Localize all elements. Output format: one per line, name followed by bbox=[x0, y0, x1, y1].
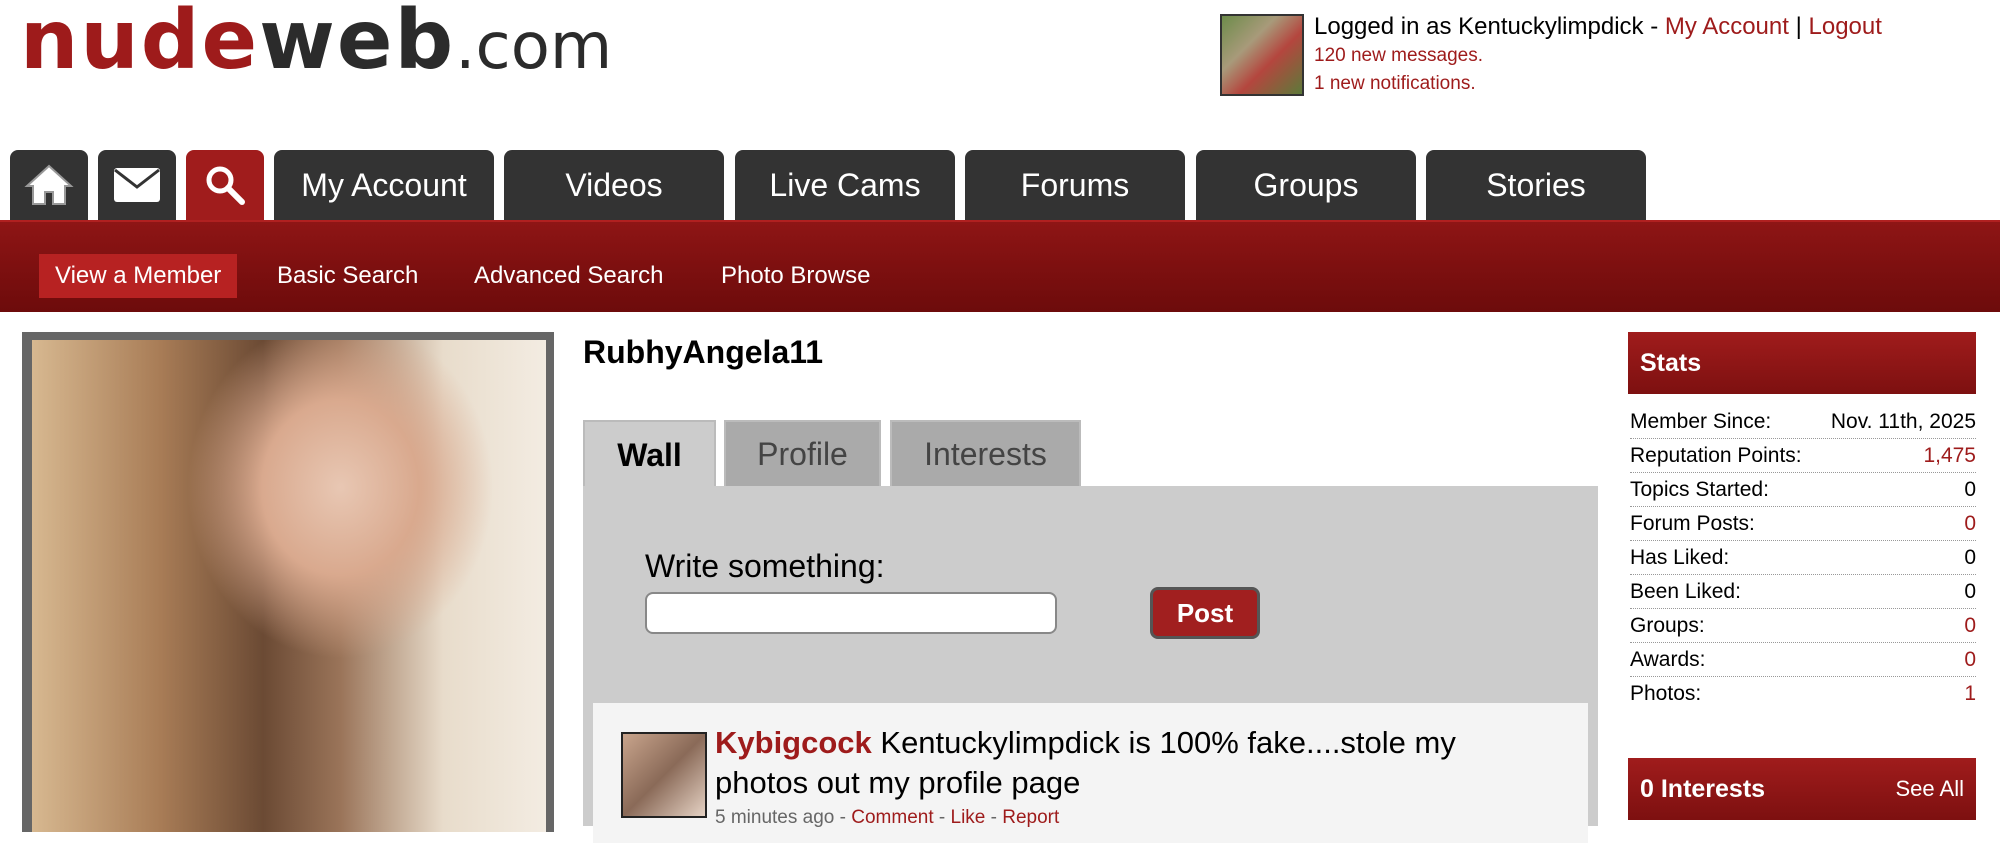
report-link[interactable]: Report bbox=[1002, 807, 1059, 828]
search-subnav: View a Member Basic Search Advanced Sear… bbox=[0, 220, 2000, 312]
stat-label: Member Since: bbox=[1630, 409, 1772, 433]
nav-tab-forums[interactable]: Forums bbox=[965, 150, 1185, 220]
search-icon bbox=[206, 166, 245, 205]
stat-value: 0 bbox=[1964, 579, 1976, 603]
profile-photo[interactable] bbox=[32, 340, 546, 832]
like-link[interactable]: Like bbox=[951, 807, 986, 828]
nav-messages[interactable] bbox=[98, 150, 176, 220]
stat-groups: Groups: 0 bbox=[1630, 609, 1976, 643]
stat-label: Reputation Points: bbox=[1630, 443, 1802, 467]
stat-label: Groups: bbox=[1630, 613, 1705, 637]
post-author-link[interactable]: Kybigcock bbox=[715, 725, 872, 760]
nav-tab-live-cams[interactable]: Live Cams bbox=[735, 150, 955, 220]
stats-header: Stats bbox=[1628, 332, 1976, 394]
logged-in-text: Logged in as Kentuckylimpdick - bbox=[1314, 13, 1665, 40]
stat-topics-started: Topics Started: 0 bbox=[1630, 473, 1976, 507]
comment-link[interactable]: Comment bbox=[851, 807, 933, 828]
nav-home[interactable] bbox=[10, 150, 88, 220]
nav-tab-my-account[interactable]: My Account bbox=[274, 150, 494, 220]
nav-tab-stories[interactable]: Stories bbox=[1426, 150, 1646, 220]
stat-value-link[interactable]: 0 bbox=[1964, 512, 1976, 536]
subnav-advanced-search[interactable]: Advanced Search bbox=[458, 254, 679, 298]
logo-part-web: web bbox=[259, 0, 456, 88]
tab-wall[interactable]: Wall bbox=[583, 420, 716, 488]
subnav-photo-browse[interactable]: Photo Browse bbox=[705, 254, 886, 298]
logout-link[interactable]: Logout bbox=[1809, 13, 1882, 40]
stat-has-liked: Has Liked: 0 bbox=[1630, 541, 1976, 575]
mail-icon bbox=[114, 168, 160, 202]
logo-part-nude: nude bbox=[20, 0, 260, 88]
stat-photos: Photos: 1 bbox=[1630, 677, 1976, 711]
stats-list: Member Since: Nov. 11th, 2025 Reputation … bbox=[1630, 405, 1976, 711]
meta-separator: - bbox=[933, 807, 951, 828]
write-something-label: Write something: bbox=[645, 548, 885, 584]
stat-label: Topics Started: bbox=[1630, 477, 1769, 501]
stat-reputation-points: Reputation Points: 1,475 bbox=[1630, 439, 1976, 473]
stat-value: 0 bbox=[1964, 545, 1976, 569]
my-account-link[interactable]: My Account bbox=[1665, 13, 1789, 40]
nav-tab-groups[interactable]: Groups bbox=[1196, 150, 1416, 220]
new-messages-link[interactable]: 120 new messages. bbox=[1314, 42, 1882, 70]
meta-separator: - bbox=[985, 807, 1003, 828]
stat-value-link[interactable]: 0 bbox=[1964, 614, 1976, 638]
subnav-basic-search[interactable]: Basic Search bbox=[261, 254, 434, 298]
tab-interests[interactable]: Interests bbox=[890, 420, 1081, 486]
interests-header: 0 Interests See All bbox=[1628, 758, 1976, 820]
subnav-view-member[interactable]: View a Member bbox=[39, 254, 238, 298]
profile-photo-frame bbox=[22, 332, 554, 832]
stat-member-since: Member Since: Nov. 11th, 2025 bbox=[1630, 405, 1976, 439]
stat-label: Been Liked: bbox=[1630, 579, 1741, 603]
new-notifications-link[interactable]: 1 new notifications. bbox=[1314, 70, 1882, 98]
stat-label: Photos: bbox=[1630, 682, 1702, 705]
stat-value-link[interactable]: 0 bbox=[1964, 648, 1976, 672]
stat-value-link[interactable]: 1 bbox=[1964, 682, 1976, 706]
post-body: Kybigcock Kentuckylimpdick is 100% fake.… bbox=[715, 723, 1535, 803]
post-time: 5 minutes ago - bbox=[715, 807, 852, 828]
logo-part-com: .com bbox=[455, 10, 613, 84]
wall-post: Kybigcock Kentuckylimpdick is 100% fake.… bbox=[593, 703, 1588, 843]
user-avatar[interactable] bbox=[1220, 14, 1304, 96]
nav-tab-videos[interactable]: Videos bbox=[504, 150, 724, 220]
stat-been-liked: Been Liked: 0 bbox=[1630, 575, 1976, 609]
stat-value: Nov. 11th, 2025 bbox=[1830, 409, 1976, 433]
nav-search[interactable] bbox=[186, 150, 264, 220]
wall-post-input[interactable] bbox=[645, 592, 1057, 634]
post-button[interactable]: Post bbox=[1150, 587, 1260, 639]
stat-value-link[interactable]: 1,475 bbox=[1923, 444, 1976, 468]
wall-panel: Write something: Post Kybigcock Kentucky… bbox=[583, 486, 1598, 843]
stat-awards: Awards: 0 bbox=[1630, 643, 1976, 677]
separator: | bbox=[1788, 13, 1809, 40]
stat-label: Awards: bbox=[1630, 647, 1706, 671]
post-meta: 5 minutes ago - Comment - Like - Report bbox=[715, 807, 1059, 829]
stat-value: 0 bbox=[1964, 477, 1976, 501]
stat-label: Forum Posts: bbox=[1630, 511, 1755, 535]
post-author-avatar[interactable] bbox=[621, 732, 707, 818]
member-name: RubhyAngela11 bbox=[583, 334, 824, 370]
stat-label: Has Liked: bbox=[1630, 545, 1730, 569]
interests-title: 0 Interests bbox=[1640, 774, 1766, 803]
see-all-link[interactable]: See All bbox=[1896, 776, 1965, 802]
tab-profile[interactable]: Profile bbox=[724, 420, 881, 486]
site-logo[interactable]: nudeweb.com bbox=[20, 0, 612, 84]
home-icon bbox=[24, 164, 74, 205]
stat-forum-posts: Forum Posts: 0 bbox=[1630, 507, 1976, 541]
